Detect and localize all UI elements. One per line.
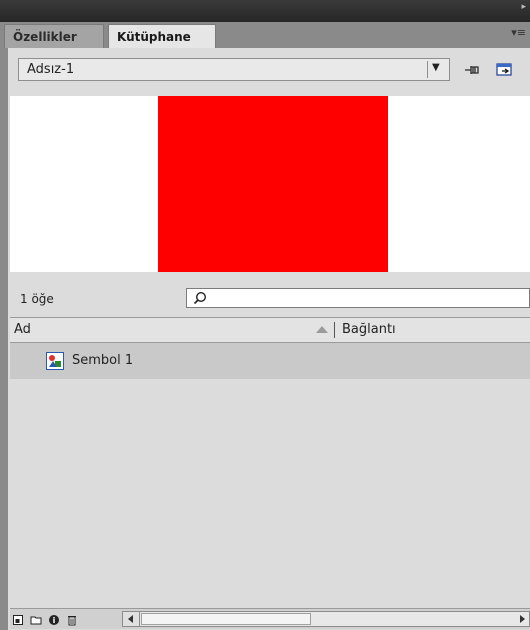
svg-text:i: i [53,616,56,625]
scroll-left-button[interactable] [123,612,140,626]
panel-tab-bar: Özellikler Kütüphane ▾≡ [0,22,530,49]
dropdown-arrow-icon[interactable]: ▼ [432,62,440,73]
movieclip-symbol-icon [46,352,64,370]
search-icon [193,291,207,305]
delete-icon[interactable] [66,614,78,626]
panel-collapse-icon[interactable]: ▸ [521,2,526,12]
scroll-right-button[interactable] [515,612,529,626]
sort-ascending-icon[interactable] [316,326,328,333]
new-folder-icon[interactable] [30,614,42,626]
pin-library-icon[interactable] [462,60,484,80]
panel-title-bar: ▸ [0,0,530,22]
tab-library[interactable]: Kütüphane [108,24,216,48]
preview-shape [158,96,388,272]
properties-icon[interactable]: i [48,614,60,626]
column-separator[interactable] [334,322,335,338]
library-panel: Adsız-1 ▼ 1 öğe Ad Bağlantı Sembol 1 i [0,48,530,630]
tab-properties[interactable]: Özellikler [4,24,104,48]
item-count: 1 öğe [20,292,54,306]
library-item-name: Sembol 1 [72,353,134,368]
library-list-header: Ad Bağlantı [10,317,530,343]
column-header-linkage[interactable]: Bağlantı [342,322,396,337]
scroll-thumb[interactable] [141,613,311,625]
document-select-value: Adsız-1 [27,62,75,77]
horizontal-scrollbar[interactable] [122,611,530,627]
library-item-row[interactable]: Sembol 1 [10,343,530,379]
library-bottom-toolbar: i [10,608,530,629]
new-library-panel-icon[interactable] [494,60,516,80]
panel-menu-icon[interactable]: ▾≡ [511,26,526,39]
new-symbol-icon[interactable] [12,614,24,626]
document-select[interactable]: Adsız-1 ▼ [18,58,450,81]
document-select-separator [427,61,428,78]
column-header-name[interactable]: Ad [14,322,31,337]
search-input[interactable] [186,288,530,308]
symbol-preview [10,96,530,272]
